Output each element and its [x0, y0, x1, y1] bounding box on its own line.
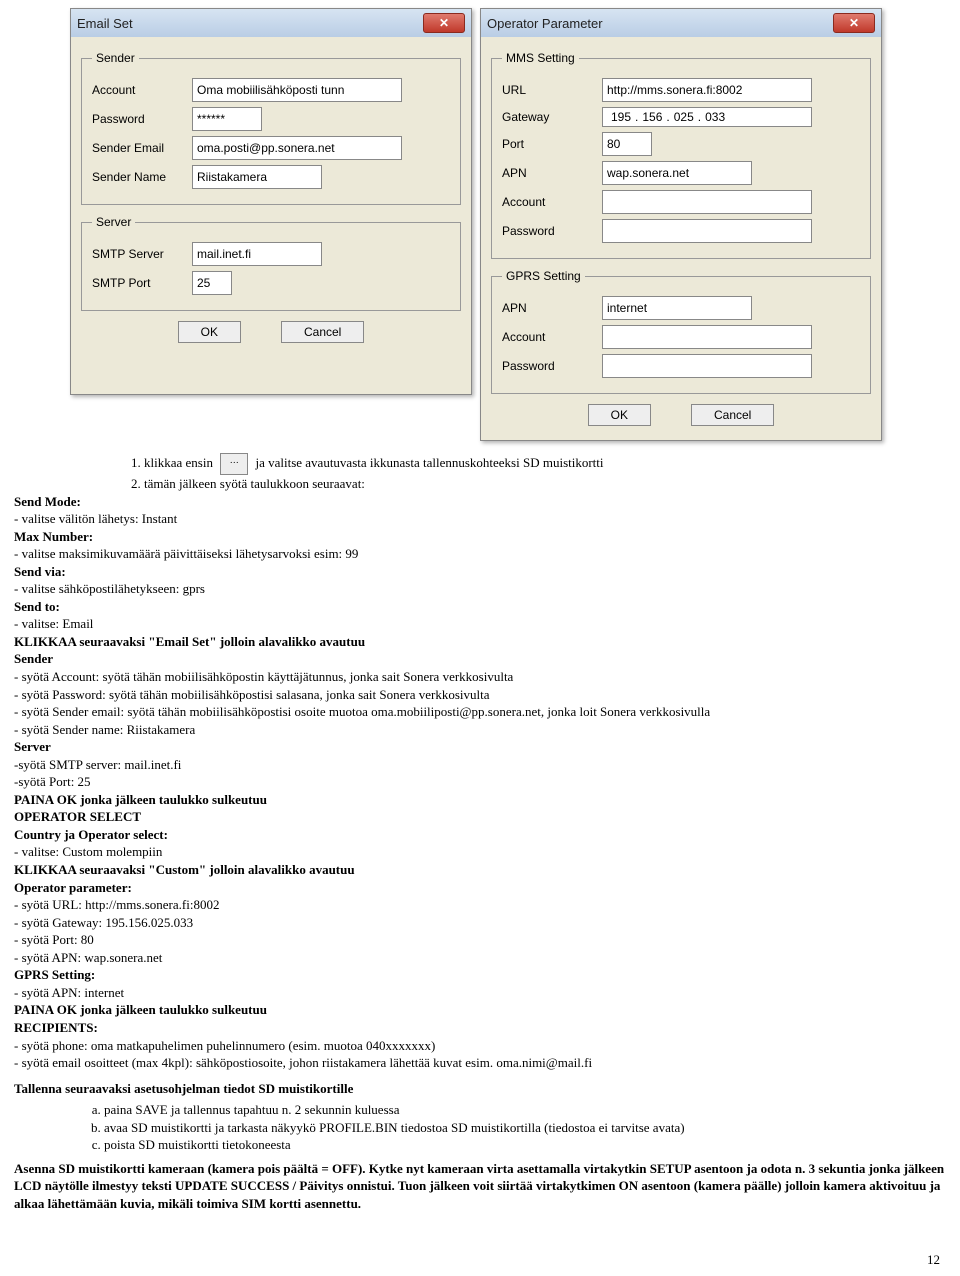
gprs-legend: GPRS Setting [502, 269, 585, 283]
cancel-button[interactable]: Cancel [691, 404, 774, 426]
server-legend: Server [92, 215, 135, 229]
gprs-apn-input[interactable] [602, 296, 752, 320]
gprs-password-label: Password [502, 359, 602, 373]
cancel-button[interactable]: Cancel [281, 321, 364, 343]
mms-port-input[interactable] [602, 132, 652, 156]
mms-legend: MMS Setting [502, 51, 579, 65]
smtp-label: SMTP Server [92, 247, 192, 261]
instructions: klikkaa ensin … ja valitse avautuvasta i… [0, 441, 960, 1232]
operator-parameter-title: Operator Parameter [487, 16, 603, 31]
gateway-label: Gateway [502, 110, 602, 124]
sender-name-label: Sender Name [92, 170, 192, 184]
gprs-account-label: Account [502, 330, 602, 344]
gprs-account-input[interactable] [602, 325, 812, 349]
mms-password-label: Password [502, 224, 602, 238]
password-label: Password [92, 112, 192, 126]
gprs-apn-label: APN [502, 301, 602, 315]
mms-fieldset: MMS Setting URL Gateway 195. 156. 025. 0… [491, 51, 871, 259]
server-fieldset: Server SMTP Server SMTP Port [81, 215, 461, 311]
email-set-dialog: Email Set ✕ Sender Account Password Send… [70, 8, 472, 395]
close-icon[interactable]: ✕ [423, 13, 465, 33]
sender-name-input[interactable] [192, 165, 322, 189]
ok-button[interactable]: OK [178, 321, 241, 343]
gprs-fieldset: GPRS Setting APN Account Password [491, 269, 871, 394]
account-input[interactable] [192, 78, 402, 102]
mms-apn-label: APN [502, 166, 602, 180]
smtp-port-input[interactable] [192, 271, 232, 295]
step-2: tämän jälkeen syötä taulukkoon seuraavat… [144, 475, 946, 493]
sender-legend: Sender [92, 51, 139, 65]
mms-account-input[interactable] [602, 190, 812, 214]
operator-parameter-dialog: Operator Parameter ✕ MMS Setting URL Gat… [480, 8, 882, 441]
operator-parameter-titlebar: Operator Parameter ✕ [481, 9, 881, 37]
gateway-input[interactable]: 195. 156. 025. 033 [602, 107, 812, 127]
password-input[interactable] [192, 107, 262, 131]
email-set-title: Email Set [77, 16, 133, 31]
url-label: URL [502, 83, 602, 97]
mms-account-label: Account [502, 195, 602, 209]
account-label: Account [92, 83, 192, 97]
mms-apn-input[interactable] [602, 161, 752, 185]
mms-password-input[interactable] [602, 219, 812, 243]
page-number: 12 [927, 1252, 940, 1268]
sender-email-input[interactable] [192, 136, 402, 160]
step-1: klikkaa ensin … ja valitse avautuvasta i… [144, 453, 946, 475]
mms-port-label: Port [502, 137, 602, 151]
ok-button[interactable]: OK [588, 404, 651, 426]
browse-icon: … [220, 453, 248, 475]
smtp-port-label: SMTP Port [92, 276, 192, 290]
url-input[interactable] [602, 78, 812, 102]
close-icon[interactable]: ✕ [833, 13, 875, 33]
sender-fieldset: Sender Account Password Sender Email Sen… [81, 51, 461, 205]
email-set-titlebar: Email Set ✕ [71, 9, 471, 37]
gprs-password-input[interactable] [602, 354, 812, 378]
smtp-input[interactable] [192, 242, 322, 266]
sender-email-label: Sender Email [92, 141, 192, 155]
